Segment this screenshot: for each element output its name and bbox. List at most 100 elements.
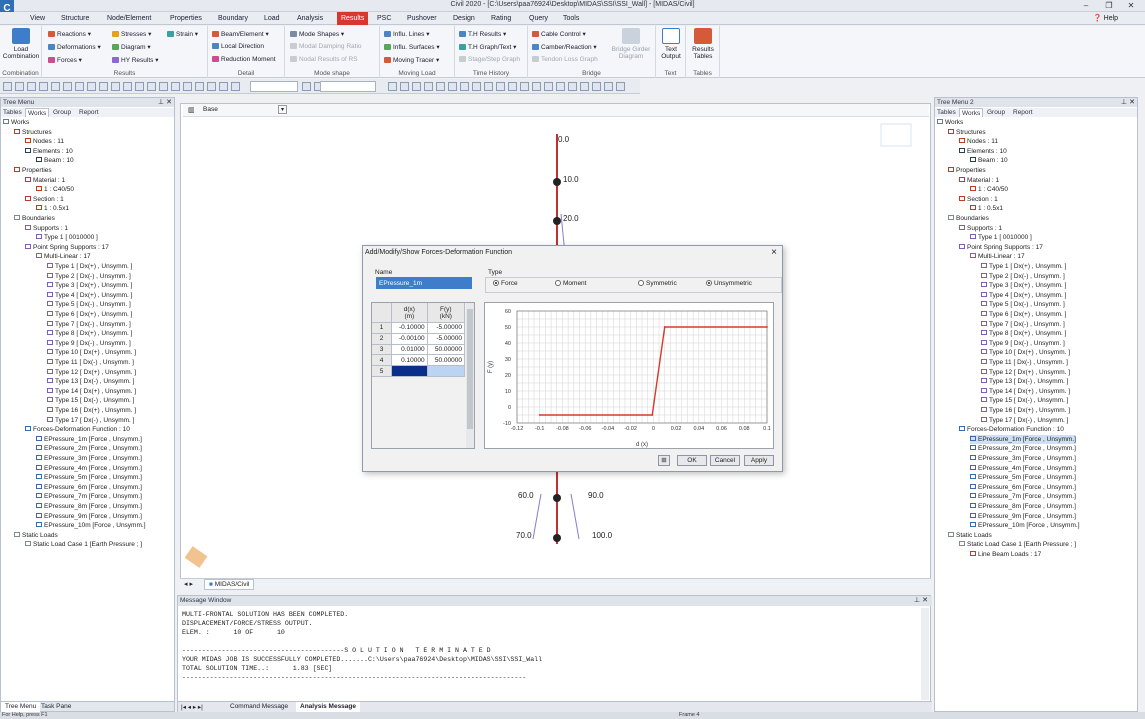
tree-item[interactable]: Type 14 [ Dx(+) , Unsymm. ]: [47, 387, 136, 397]
toolbar-tool-icon[interactable]: [15, 82, 24, 91]
tree-item[interactable]: Structures: [948, 128, 986, 138]
results-tables-button[interactable]: Results Tables: [687, 28, 719, 60]
toolbar-tool-icon[interactable]: [580, 82, 589, 91]
tab-command-message[interactable]: Command Message: [226, 702, 292, 712]
tree-item[interactable]: Type 15 [ Dx(-) , Unsymm. ]: [981, 396, 1068, 406]
menu-tab-structure[interactable]: Structure: [59, 14, 91, 25]
tree-item[interactable]: Supports : 1: [959, 224, 1002, 234]
tree-item[interactable]: Boundaries: [948, 214, 989, 224]
tab-midas-civil[interactable]: ■ MIDAS/Civil: [204, 579, 255, 590]
close-panel-icon[interactable]: ✕: [1129, 98, 1135, 106]
close-panel-icon[interactable]: ✕: [166, 98, 172, 106]
tree-item[interactable]: Type 17 [ Dx(-) , Unsymm. ]: [981, 416, 1068, 426]
tab-group[interactable]: Group: [985, 108, 1007, 117]
tab-group[interactable]: Group: [51, 108, 73, 117]
tree-item[interactable]: Type 7 [ Dx(-) , Unsymm. ]: [981, 320, 1065, 330]
th-results-button[interactable]: T.H Results ▾: [459, 30, 506, 38]
close-panel-icon[interactable]: ✕: [922, 596, 928, 604]
influ-surfaces-button[interactable]: Influ. Surfaces ▾: [384, 43, 440, 51]
tab-works[interactable]: Works: [959, 108, 984, 117]
tree-item[interactable]: Works: [3, 118, 29, 128]
load-combination-button[interactable]: Load Combination: [1, 28, 41, 60]
toolbar-tool-icon[interactable]: [424, 82, 433, 91]
toolbar-tool-icon[interactable]: [135, 82, 144, 91]
tree-item[interactable]: Elements : 10: [959, 147, 1007, 157]
toolbar-tool-icon[interactable]: [568, 82, 577, 91]
stage-step-graph-button[interactable]: Stage/Step Graph: [459, 56, 520, 63]
tree-item[interactable]: Static Load Case 1 [Earth Pressure ; ]: [25, 540, 142, 550]
reduction-moment-button[interactable]: Reduction Moment: [212, 56, 276, 63]
tab-report[interactable]: Report: [77, 108, 101, 117]
tree-item[interactable]: Section : 1: [25, 195, 64, 205]
tendon-loss-graph-button[interactable]: Tendon Loss Graph: [532, 56, 598, 63]
toolbar-tool-icon[interactable]: [388, 82, 397, 91]
tree-item[interactable]: Type 11 [ Dx(-) , Unsymm. ]: [47, 358, 134, 368]
tree-item[interactable]: Nodes : 11: [25, 137, 64, 147]
cable-control-button[interactable]: Cable Control ▾: [532, 30, 586, 38]
tree-item[interactable]: Type 8 [ Dx(+) , Unsymm. ]: [47, 329, 132, 339]
tree-item[interactable]: Type 17 [ Dx(-) , Unsymm. ]: [47, 416, 134, 426]
tree-item[interactable]: Point Spring Supports : 17: [959, 243, 1043, 253]
pin-icon[interactable]: ⊥: [1121, 98, 1127, 106]
tree-item[interactable]: Boundaries: [14, 214, 55, 224]
deformations-button[interactable]: Deformations ▾: [48, 43, 101, 51]
moment-radio[interactable]: Moment: [555, 280, 586, 287]
toolbar-tool-icon[interactable]: [51, 82, 60, 91]
name-input[interactable]: [376, 277, 472, 289]
bridge-girder-diagram-button[interactable]: Bridge Girder Diagram: [608, 28, 654, 60]
base-view-label[interactable]: Base: [203, 106, 218, 113]
tree-item[interactable]: 1 : 0.5x1: [36, 204, 69, 214]
beam-element-button[interactable]: Beam/Element ▾: [212, 30, 269, 38]
force-radio[interactable]: Force: [493, 280, 518, 287]
tree-item[interactable]: Type 12 [ Dx(+) , Unsymm. ]: [981, 368, 1070, 378]
tree-item[interactable]: Type 7 [ Dx(-) , Unsymm. ]: [47, 320, 131, 330]
tab-analysis-message[interactable]: Analysis Message: [296, 702, 361, 712]
tree-item[interactable]: Section : 1: [959, 195, 998, 205]
pin-icon[interactable]: ⊥: [914, 596, 920, 604]
toolbar-tool-icon[interactable]: [496, 82, 505, 91]
tree-item[interactable]: Point Spring Supports : 17: [25, 243, 109, 253]
tree-item[interactable]: Material : 1: [959, 176, 999, 186]
tree-item[interactable]: Supports : 1: [25, 224, 68, 234]
tree-item[interactable]: Type 13 [ Dx(-) , Unsymm. ]: [47, 377, 134, 387]
tree-item[interactable]: Beam : 10: [36, 156, 74, 166]
minimize-icon[interactable]: –: [1079, 1, 1093, 10]
tree-item[interactable]: Type 4 [ Dx(+) , Unsymm. ]: [981, 291, 1066, 301]
moving-tracer-button[interactable]: Moving Tracer ▾: [384, 56, 439, 64]
tree-item[interactable]: Type 9 [ Dx(-) , Unsymm. ]: [47, 339, 131, 349]
strain-button[interactable]: Strain ▾: [167, 30, 198, 38]
tree-item[interactable]: Works: [937, 118, 963, 128]
toolbar-tool-icon[interactable]: [195, 82, 204, 91]
doc-nav-icon[interactable]: ◂ ▸: [184, 580, 193, 588]
reactions-button[interactable]: Reactions ▾: [48, 30, 91, 38]
tree-item[interactable]: EPressure_1m [Force , Unsymm.]: [970, 434, 1076, 445]
tree-item[interactable]: Type 5 [ Dx(-) , Unsymm. ]: [47, 300, 131, 310]
tree-item[interactable]: Multi-Linear : 17: [36, 252, 91, 262]
tree-item[interactable]: Properties: [948, 166, 986, 176]
tree-item[interactable]: Type 9 [ Dx(-) , Unsymm. ]: [981, 339, 1065, 349]
tree-item[interactable]: EPressure_4m [Force , Unsymm.]: [36, 464, 142, 474]
menu-tab-rating[interactable]: Rating: [489, 14, 513, 25]
tree-item[interactable]: EPressure_9m [Force , Unsymm.]: [36, 512, 142, 522]
tab-tables[interactable]: Tables: [1, 108, 24, 117]
menu-tab-load[interactable]: Load: [262, 14, 282, 25]
tree-item[interactable]: Static Loads: [14, 531, 58, 541]
toolbar-tool-icon[interactable]: [460, 82, 469, 91]
tree-item[interactable]: EPressure_6m [Force , Unsymm.]: [970, 483, 1076, 493]
tree-item[interactable]: Type 16 [ Dx(+) , Unsymm. ]: [981, 406, 1070, 416]
tree-item[interactable]: EPressure_3m [Force , Unsymm.]: [970, 454, 1076, 464]
tree-item[interactable]: EPressure_4m [Force , Unsymm.]: [970, 464, 1076, 474]
tree-item[interactable]: Forces-Deformation Function : 10: [25, 425, 130, 435]
toolbar-tool-icon[interactable]: [39, 82, 48, 91]
tree-item[interactable]: EPressure_3m [Force , Unsymm.]: [36, 454, 142, 464]
tree-item[interactable]: EPressure_6m [Force , Unsymm.]: [36, 483, 142, 493]
toolbar-tool-icon[interactable]: [183, 82, 192, 91]
tree-item[interactable]: Type 5 [ Dx(-) , Unsymm. ]: [981, 300, 1065, 310]
tree-item[interactable]: Line Beam Loads : 17: [970, 550, 1041, 560]
tree-item[interactable]: Type 15 [ Dx(-) , Unsymm. ]: [47, 396, 134, 406]
menu-tab-properties[interactable]: Properties: [168, 14, 204, 25]
graph-icon-button[interactable]: ⊞: [658, 455, 670, 466]
tree-item[interactable]: Type 3 [ Dx(+) , Unsymm. ]: [47, 281, 132, 291]
mode-shapes-button[interactable]: Mode Shapes ▾: [290, 30, 344, 38]
toolbar-tool-icon[interactable]: [159, 82, 168, 91]
